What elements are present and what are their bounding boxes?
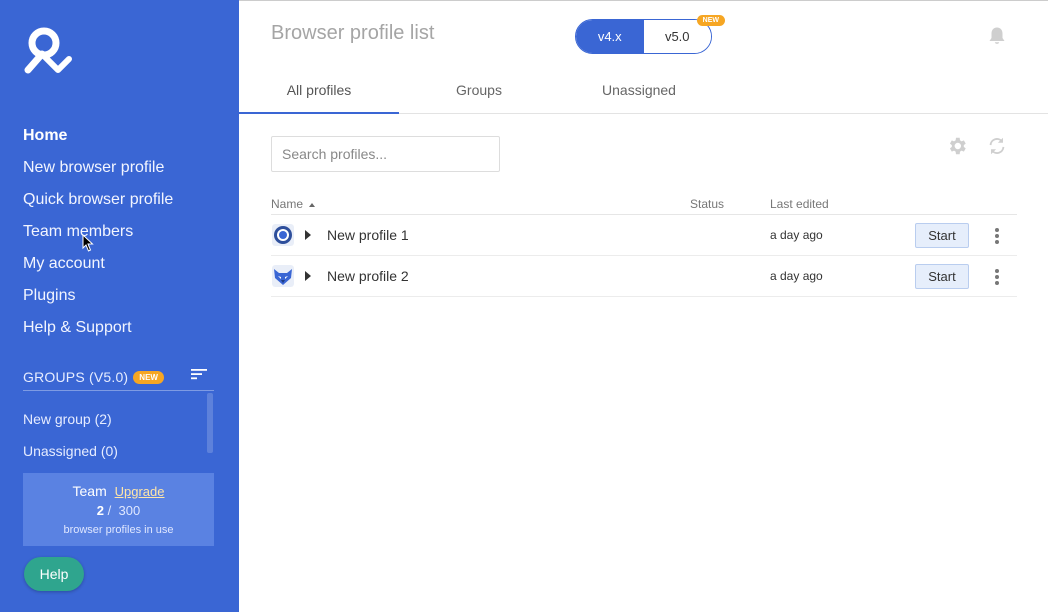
sidebar: Home New browser profile Quick browser p… [0, 0, 239, 612]
nav-item-quick-browser-profile[interactable]: Quick browser profile [23, 184, 173, 216]
more-options-icon[interactable] [989, 268, 1005, 286]
usage-caption: browser profiles in use [63, 524, 174, 536]
notification-bell-icon[interactable] [988, 26, 1006, 46]
profile-name: New profile 1 [327, 227, 409, 243]
profiles-used: 2 [96, 503, 105, 518]
groups-header: GROUPS (V5.0) NEW [23, 364, 214, 391]
search-profiles-input[interactable] [271, 136, 500, 172]
groups-list: New group (2) Unassigned (0) [23, 403, 118, 467]
nav-item-plugins[interactable]: Plugins [23, 280, 173, 312]
refresh-icon[interactable] [986, 135, 1008, 157]
column-status-header: Status [690, 197, 725, 211]
profile-tabs: All profiles Groups Unassigned [239, 65, 1048, 114]
more-options-icon[interactable] [989, 227, 1005, 245]
app-logo-icon[interactable] [22, 26, 72, 74]
usage-separator: / [107, 503, 112, 518]
upgrade-link[interactable]: Upgrade [115, 484, 165, 499]
tab-unassigned[interactable]: Unassigned [559, 65, 719, 114]
main-panel: Browser profile list v4.x v5.0 NEW All p… [239, 0, 1048, 612]
column-name-label: Name [271, 197, 304, 211]
main-nav: Home New browser profile Quick browser p… [23, 120, 173, 344]
nav-item-new-browser-profile[interactable]: New browser profile [23, 152, 173, 184]
profile-last-edited: a day ago [770, 269, 823, 283]
settings-gear-icon[interactable] [946, 135, 968, 157]
start-profile-button[interactable]: Start [915, 264, 969, 289]
expand-row-caret-icon[interactable] [305, 271, 311, 281]
help-button[interactable]: Help [24, 557, 84, 591]
nav-item-help-support[interactable]: Help & Support [23, 312, 173, 344]
plan-usage-card: Team Upgrade 2 / 300 browser profiles in… [23, 473, 214, 546]
group-item-new-group[interactable]: New group (2) [23, 403, 118, 435]
mouse-cursor-icon [82, 234, 94, 252]
profiles-total: 300 [118, 503, 141, 518]
column-edited-header: Last edited [770, 197, 829, 211]
version-v4-option[interactable]: v4.x [576, 20, 644, 53]
groups-scrollbar[interactable] [207, 393, 213, 453]
nav-item-home[interactable]: Home [23, 120, 173, 152]
groups-title: GROUPS (V5.0) [23, 369, 129, 385]
tab-all-profiles[interactable]: All profiles [239, 65, 399, 114]
column-name-header[interactable]: Name [271, 197, 316, 211]
profile-last-edited: a day ago [770, 228, 823, 242]
sort-ascending-icon [309, 202, 316, 207]
page-title: Browser profile list [271, 22, 435, 44]
fox-browser-icon [272, 265, 294, 287]
orbita-browser-icon [272, 224, 294, 246]
table-row[interactable]: New profile 2 a day ago Start [271, 256, 1017, 297]
expand-row-caret-icon[interactable] [305, 230, 311, 240]
profile-name: New profile 2 [327, 268, 409, 284]
nav-item-team-members[interactable]: Team members [23, 216, 173, 248]
version-new-badge: NEW [696, 15, 725, 26]
table-row[interactable]: New profile 1 a day ago Start [271, 215, 1017, 256]
tab-groups[interactable]: Groups [399, 65, 559, 114]
nav-item-my-account[interactable]: My account [23, 248, 173, 280]
plan-name: Team [72, 483, 107, 499]
sort-icon[interactable] [191, 367, 207, 381]
version-toggle: v4.x v5.0 NEW [575, 15, 725, 54]
start-profile-button[interactable]: Start [915, 223, 969, 248]
table-header: Name Status Last edited [271, 195, 1017, 215]
group-item-unassigned[interactable]: Unassigned (0) [23, 435, 118, 467]
groups-new-badge: NEW [133, 370, 164, 384]
